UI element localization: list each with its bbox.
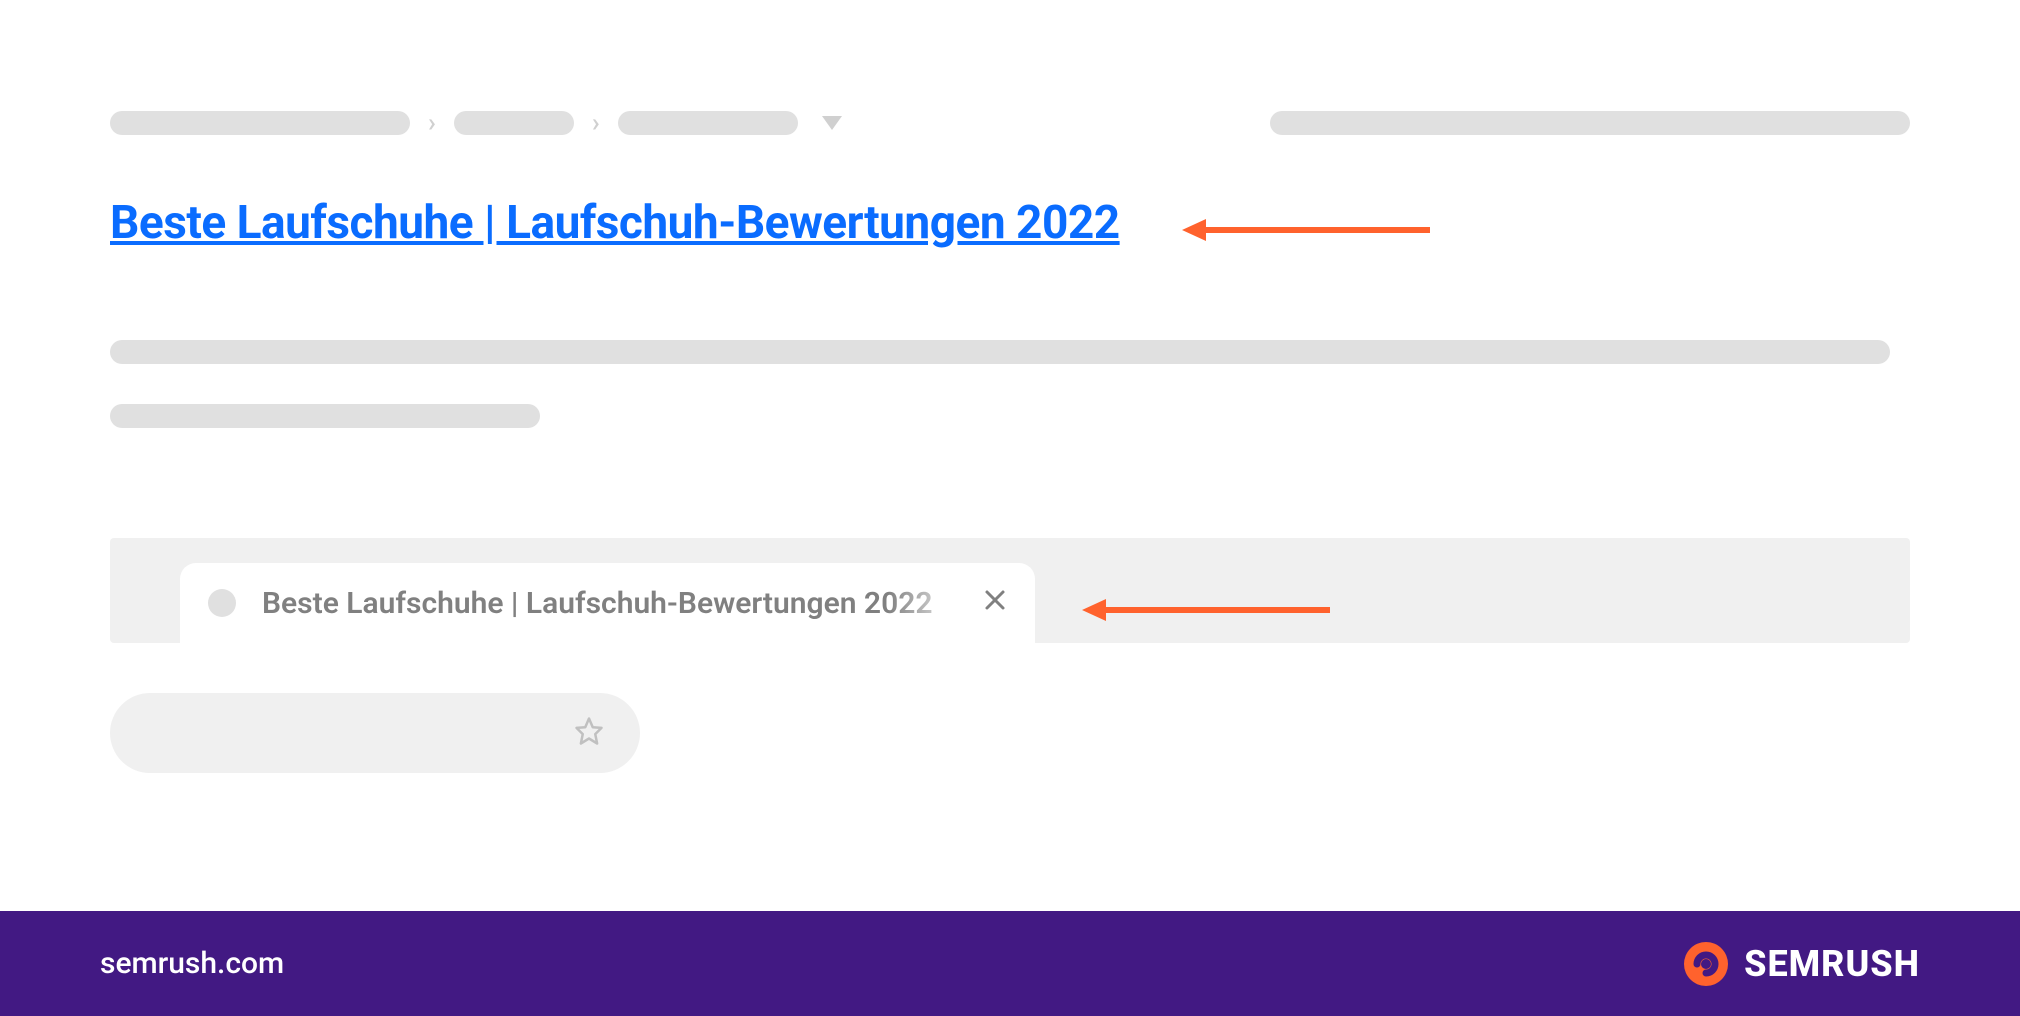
tab-favicon-placeholder <box>208 589 236 617</box>
breadcrumb-placeholder <box>618 111 798 135</box>
footer-domain: semrush.com <box>100 946 284 981</box>
browser-tab-strip: Beste Laufschuhe | Laufschuh-Bewertungen… <box>110 538 1910 643</box>
annotation-arrow <box>1180 215 1430 245</box>
description-placeholder-line <box>110 404 540 428</box>
brand-wordmark: SEMRUSH <box>1744 943 1920 985</box>
breadcrumb-right-placeholder <box>1270 111 1910 135</box>
description-placeholder-line <box>110 340 1890 364</box>
breadcrumb-placeholder <box>454 111 574 135</box>
close-tab-button[interactable] <box>983 588 1007 618</box>
close-icon <box>983 588 1007 612</box>
tab-title-container: Beste Laufschuhe | Laufschuh-Bewertungen… <box>262 586 1007 621</box>
tab-title: Beste Laufschuhe | Laufschuh-Bewertungen… <box>262 586 933 621</box>
serp-result-title-link[interactable]: Beste Laufschuhe | Laufschuh-Bewertungen… <box>110 196 1120 250</box>
semrush-flame-icon <box>1682 940 1730 988</box>
breadcrumb-placeholder <box>110 111 410 135</box>
browser-tab[interactable]: Beste Laufschuhe | Laufschuh-Bewertungen… <box>180 563 1035 643</box>
brand-logo: SEMRUSH <box>1682 940 1920 988</box>
chevron-right-icon: › <box>428 110 436 136</box>
chevron-right-icon: › <box>592 110 600 136</box>
triangle-down-icon <box>822 116 842 130</box>
footer-bar: semrush.com SEMRUSH <box>0 911 2020 1016</box>
bookmark-star-icon[interactable] <box>574 716 604 750</box>
url-bar-placeholder <box>110 693 640 773</box>
breadcrumb: › › <box>110 110 1910 136</box>
annotation-arrow <box>1080 595 1330 625</box>
